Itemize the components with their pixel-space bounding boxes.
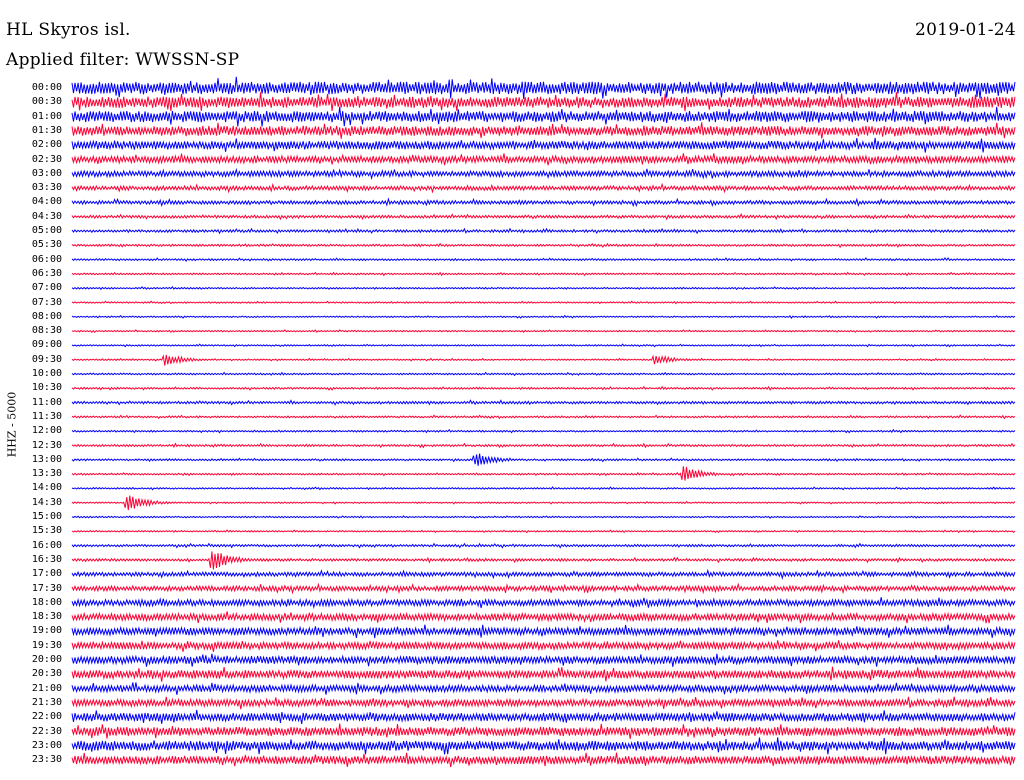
- trace-row: [71, 737, 1016, 755]
- trace-row: [71, 495, 1016, 511]
- trace-row: [71, 682, 1016, 695]
- trace-row: [71, 227, 1016, 235]
- trace-row: [71, 212, 1016, 221]
- trace-row: [71, 653, 1016, 667]
- trace-row: [71, 122, 1016, 139]
- trace-row: [71, 414, 1016, 420]
- trace-row: [71, 314, 1016, 319]
- trace-row: [71, 271, 1016, 277]
- trace-row: [71, 257, 1016, 262]
- trace-row: [71, 529, 1016, 534]
- trace-row: [71, 92, 1016, 112]
- trace-row: [71, 242, 1016, 249]
- trace-row: [71, 752, 1016, 768]
- trace-row: [71, 385, 1016, 391]
- trace-row: [71, 611, 1016, 624]
- trace-row: [71, 153, 1016, 166]
- trace-row: [71, 542, 1016, 549]
- trace-row: [71, 696, 1016, 710]
- trace-row: [71, 709, 1016, 724]
- trace-row: [71, 666, 1016, 682]
- trace-row: [71, 597, 1016, 610]
- trace-row: [71, 182, 1016, 194]
- trace-row: [71, 582, 1016, 595]
- trace-row: [71, 428, 1016, 434]
- trace-row: [71, 76, 1016, 99]
- trace-row: [71, 329, 1016, 334]
- trace-row: [71, 343, 1016, 348]
- trace-row: [71, 486, 1016, 491]
- trace-row: [71, 551, 1016, 570]
- trace-row: [71, 106, 1016, 127]
- trace-row: [71, 453, 1016, 466]
- trace-row: [71, 442, 1016, 449]
- trace-row: [71, 723, 1016, 739]
- trace-row: [71, 371, 1016, 377]
- trace-row: [71, 300, 1016, 305]
- trace-row: [71, 167, 1016, 181]
- trace-row: [71, 568, 1016, 580]
- trace-row: [71, 354, 1016, 366]
- trace-row: [71, 624, 1016, 639]
- trace-row: [71, 285, 1016, 291]
- trace-row: [71, 399, 1016, 406]
- seismogram-plot: [71, 76, 1016, 768]
- trace-row: [71, 640, 1016, 652]
- trace-row: [71, 197, 1016, 208]
- trace-row: [71, 466, 1016, 481]
- trace-row: [71, 515, 1016, 519]
- trace-row: [71, 137, 1016, 153]
